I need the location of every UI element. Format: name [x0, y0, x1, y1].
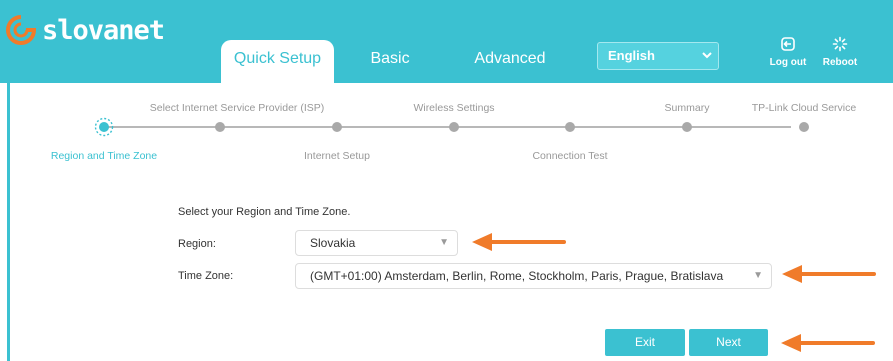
logout-icon	[781, 37, 795, 51]
step-label-connection: Connection Test	[532, 150, 608, 162]
step-label-internet: Internet Setup	[304, 150, 370, 162]
step-label-region: Region and Time Zone	[50, 150, 158, 162]
language-value: English	[608, 48, 655, 63]
region-select[interactable]: Slovakia ▼	[295, 230, 458, 256]
language-select[interactable]: English	[597, 42, 719, 70]
step-dot-isp	[215, 122, 225, 132]
step-dot-cloud	[799, 122, 809, 132]
next-button[interactable]: Next	[689, 329, 768, 356]
exit-button[interactable]: Exit	[605, 329, 685, 356]
step-dot-connection	[565, 122, 575, 132]
step-dot-internet	[332, 122, 342, 132]
slovanet-logo-icon	[6, 15, 36, 45]
logout-label: Log out	[769, 57, 807, 68]
dropdown-triangle-icon: ▼	[753, 270, 763, 281]
timezone-label: Time Zone:	[178, 270, 234, 282]
dropdown-triangle-icon: ▼	[439, 237, 449, 248]
timezone-select[interactable]: (GMT+01:00) Amsterdam, Berlin, Rome, Sto…	[295, 263, 772, 289]
step-label-cloud: TP-Link Cloud Service	[751, 102, 857, 114]
tab-quick-setup[interactable]: Quick Setup	[221, 40, 334, 83]
reboot-label: Reboot	[822, 57, 858, 68]
annotation-arrow-region	[472, 233, 566, 251]
tab-basic[interactable]: Basic	[360, 40, 420, 83]
slovanet-logo: slovanet	[6, 10, 165, 50]
reboot-button[interactable]: Reboot	[818, 36, 862, 68]
top-header: slovanet Quick Setup Basic Advanced Engl…	[0, 0, 893, 83]
step-label-isp: Select Internet Service Provider (ISP)	[149, 102, 325, 114]
annotation-arrow-timezone	[782, 265, 876, 283]
reboot-icon	[832, 36, 848, 52]
logout-button[interactable]: Log out	[766, 36, 810, 68]
step-dot-wireless	[449, 122, 459, 132]
annotation-arrow-next	[781, 334, 875, 352]
step-label-summary: Summary	[664, 102, 710, 114]
current-step-icon	[94, 117, 114, 137]
form-prompt: Select your Region and Time Zone.	[178, 206, 351, 218]
timezone-value: (GMT+01:00) Amsterdam, Berlin, Rome, Sto…	[310, 269, 724, 283]
chevron-down-icon	[702, 52, 712, 59]
region-label: Region:	[178, 238, 216, 250]
logo-text: slovanet	[42, 14, 165, 46]
region-value: Slovakia	[310, 236, 356, 250]
step-dot-summary	[682, 122, 692, 132]
step-label-wireless: Wireless Settings	[413, 102, 495, 114]
tab-advanced[interactable]: Advanced	[465, 40, 555, 83]
